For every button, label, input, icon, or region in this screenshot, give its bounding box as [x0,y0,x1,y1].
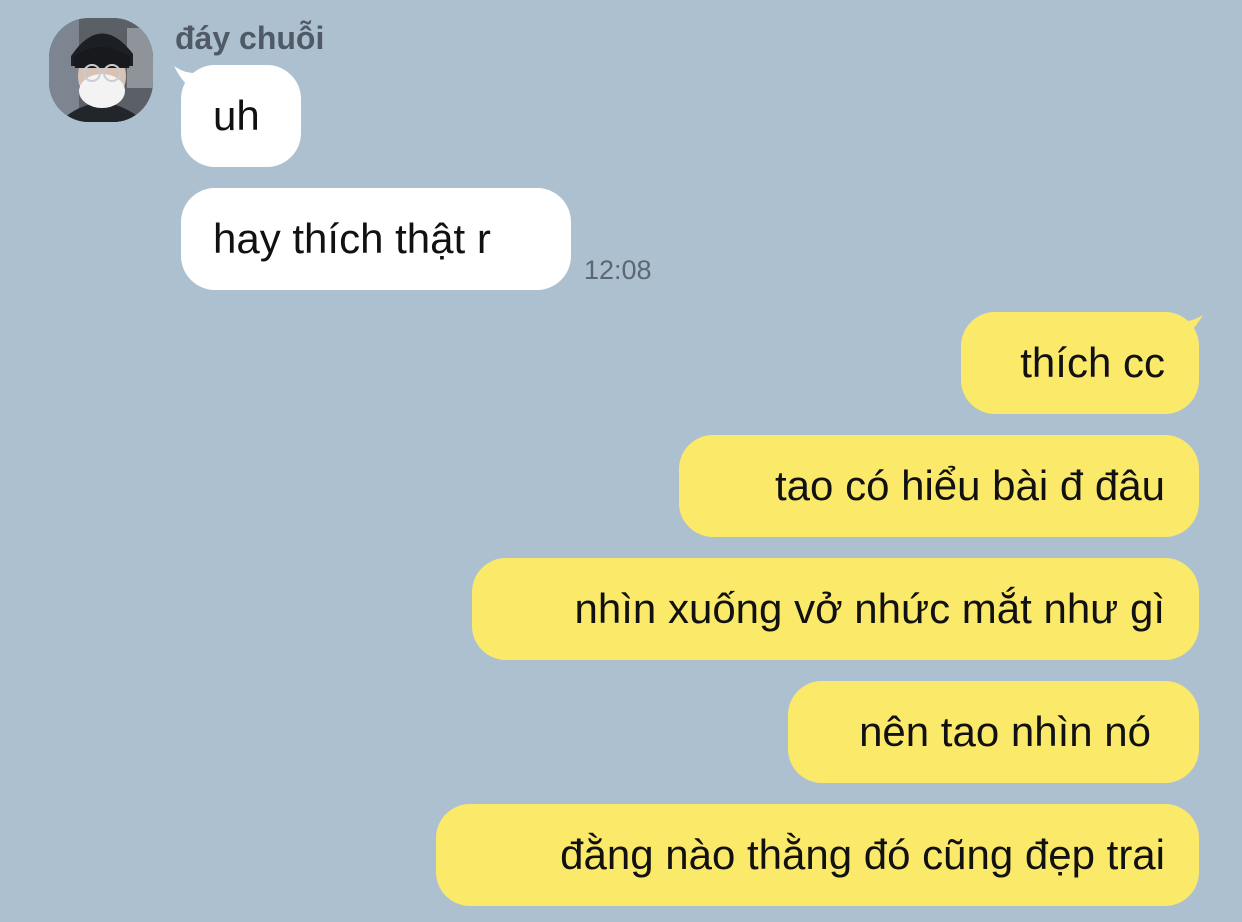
message-bubble-outgoing[interactable]: thích cc [961,312,1199,414]
message-text: thích cc [1020,339,1165,386]
message-text: tao có hiểu bài đ đâu [775,462,1165,509]
message-text: uh [213,92,260,139]
message-bubble-incoming[interactable]: hay thích thật r [181,188,571,290]
message-text: đằng nào thằng đó cũng đẹp trai [560,831,1165,878]
avatar-photo [49,18,153,122]
sender-name: đáy chuỗi [175,20,325,56]
message-bubble-outgoing[interactable]: nên tao nhìn nó [788,681,1199,783]
message-bubble-outgoing[interactable]: nhìn xuống vở nhức mắt như gì [472,558,1199,660]
message-bubble-incoming[interactable]: uh [181,65,301,167]
message-bubble-outgoing[interactable]: tao có hiểu bài đ đâu [679,435,1199,537]
message-text: nhìn xuống vở nhức mắt như gì [574,585,1165,632]
message-text: nên tao nhìn nó [859,708,1151,755]
contact-avatar[interactable] [49,18,153,122]
message-text: hay thích thật r [213,215,491,262]
message-timestamp: 12:08 [584,255,652,285]
message-bubble-outgoing[interactable]: đằng nào thằng đó cũng đẹp trai [436,804,1199,906]
